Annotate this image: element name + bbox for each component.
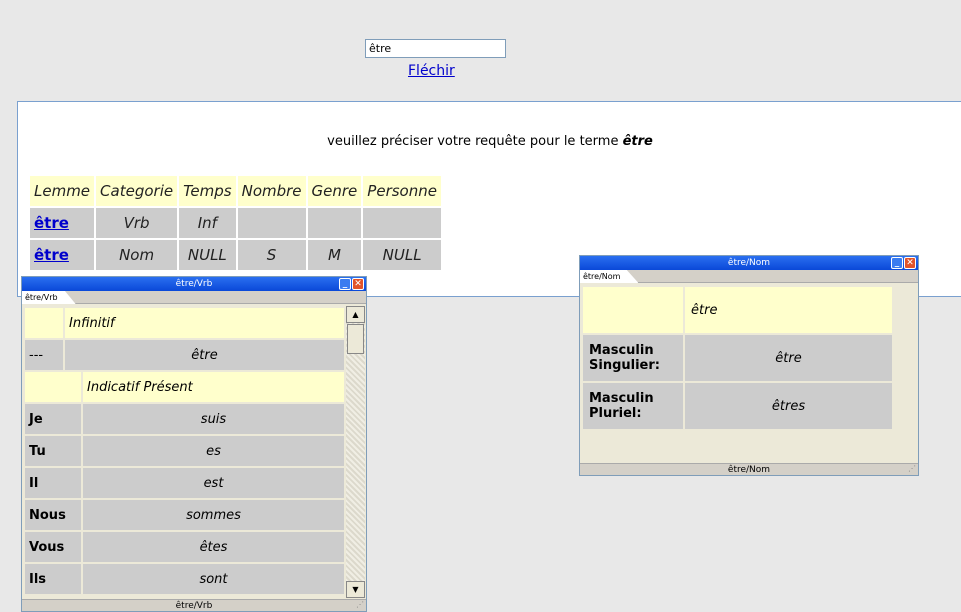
row-value: êtres [685, 383, 892, 429]
lemma-cell: être [30, 240, 95, 270]
row-key: Masculin Singulier: [583, 335, 683, 381]
close-icon[interactable]: ✕ [904, 257, 916, 269]
genre-cell: M [307, 240, 362, 270]
section-header: Indicatif Présent [25, 372, 344, 402]
row-value: es [83, 436, 344, 466]
nom-tabstrip: être/Nom [580, 270, 918, 283]
table-row: Je suis [25, 404, 344, 434]
row-key: Vous [25, 532, 81, 562]
table-row: être Nom NULL S M NULL [30, 240, 441, 270]
minimize-icon[interactable]: _ [891, 257, 903, 269]
table-row: Ils sont [25, 564, 344, 594]
col-temps: Temps [179, 176, 236, 206]
conjugation-table: Indicatif Présent Je suis Tu es Il est Nous… [23, 370, 346, 596]
row-key: Tu [25, 436, 81, 466]
vrb-scrollbar[interactable]: ▲ ▼ [346, 306, 365, 598]
vrb-window-title: être/Vrb [175, 279, 213, 289]
section-header-spacer [25, 372, 81, 402]
col-nombre: Nombre [237, 176, 306, 206]
categorie-cell: Nom [96, 240, 178, 270]
scroll-down-icon[interactable]: ▼ [346, 581, 365, 598]
row-value: être [65, 340, 344, 370]
resize-grip-icon[interactable]: ⋰ [908, 464, 916, 474]
lemma-table-header: Lemme Categorie Temps Nombre Genre Perso… [30, 176, 441, 206]
row-key: Je [25, 404, 81, 434]
table-row: Il est [25, 468, 344, 498]
table-row: être Vrb Inf [30, 208, 441, 238]
table-row: Vous êtes [25, 532, 344, 562]
temps-cell: Inf [179, 208, 236, 238]
lemma-link-nom[interactable]: être [34, 246, 69, 264]
conjugation-table: Infinitif --- être [23, 306, 346, 372]
result-term: être [622, 134, 653, 149]
row-key: Masculin Pluriel: [583, 383, 683, 429]
nombre-cell: S [237, 240, 306, 270]
personne-cell [363, 208, 441, 238]
section-header: Infinitif [25, 308, 344, 338]
resize-grip-icon[interactable]: ⋰ [356, 600, 364, 610]
nom-window-title: être/Nom [727, 258, 771, 268]
nom-declension: être Masculin Singulier: être Masculin P… [581, 285, 894, 431]
col-lemme: Lemme [30, 176, 95, 206]
minimize-icon[interactable]: _ [339, 278, 351, 290]
vrb-status-text: être/Vrb [175, 601, 213, 611]
row-key: Il [25, 468, 81, 498]
row-value: sommes [83, 500, 344, 530]
lemma-link-vrb[interactable]: être [34, 214, 69, 232]
table-row: Tu es [25, 436, 344, 466]
nom-window-titlebar[interactable]: être/Nom _ ✕ [580, 256, 918, 270]
row-key: Ils [25, 564, 81, 594]
vrb-window-titlebar[interactable]: être/Vrb _ ✕ [22, 277, 366, 291]
flechir-link[interactable]: Fléchir [408, 63, 455, 79]
personne-cell: NULL [363, 240, 441, 270]
row-key: Nous [25, 500, 81, 530]
row-value: êtes [83, 532, 344, 562]
vrb-conjugation: Infinitif --- être Indicatif Présent Je s… [23, 306, 346, 598]
vrb-window[interactable]: être/Vrb _ ✕ être/Vrb Infinitif --- être… [21, 276, 367, 612]
result-message-text: veuillez préciser votre requête pour le … [327, 134, 623, 149]
categorie-cell: Vrb [96, 208, 178, 238]
lemma-table: Lemme Categorie Temps Nombre Genre Perso… [28, 174, 443, 272]
result-message: veuillez préciser votre requête pour le … [18, 134, 961, 149]
declension-table: être Masculin Singulier: être Masculin P… [581, 285, 894, 431]
section-heading: être [685, 287, 892, 333]
row-value: est [83, 468, 344, 498]
nom-status-text: être/Nom [727, 465, 771, 475]
section-heading: Infinitif [65, 308, 344, 338]
col-genre: Genre [307, 176, 362, 206]
col-categorie: Categorie [96, 176, 178, 206]
tab-vrb[interactable]: être/Vrb [22, 291, 76, 304]
row-value: suis [83, 404, 344, 434]
tab-nom[interactable]: être/Nom [580, 270, 639, 283]
search-input[interactable] [365, 39, 506, 58]
section-heading: Indicatif Présent [83, 372, 344, 402]
scroll-up-icon[interactable]: ▲ [346, 306, 365, 323]
row-value: sont [83, 564, 344, 594]
table-row: --- être [25, 340, 344, 370]
nom-right-fill [893, 285, 917, 463]
temps-cell: NULL [179, 240, 236, 270]
col-personne: Personne [363, 176, 441, 206]
section-header-spacer [25, 308, 63, 338]
lemma-cell: être [30, 208, 95, 238]
table-row: Masculin Pluriel: êtres [583, 383, 892, 429]
section-header: être [583, 287, 892, 333]
nombre-cell [237, 208, 306, 238]
table-row: Masculin Singulier: être [583, 335, 892, 381]
nom-statusbar: être/Nom ⋰ [580, 463, 918, 475]
genre-cell [307, 208, 362, 238]
row-value: être [685, 335, 892, 381]
table-row: Nous sommes [25, 500, 344, 530]
vrb-tabstrip: être/Vrb [22, 291, 366, 304]
nom-window[interactable]: être/Nom _ ✕ être/Nom être Masculin Sing… [579, 255, 919, 476]
scroll-thumb[interactable] [347, 324, 364, 354]
vrb-statusbar: être/Vrb ⋰ [22, 599, 366, 611]
row-key: --- [25, 340, 63, 370]
close-icon[interactable]: ✕ [352, 278, 364, 290]
section-header-spacer [583, 287, 683, 333]
